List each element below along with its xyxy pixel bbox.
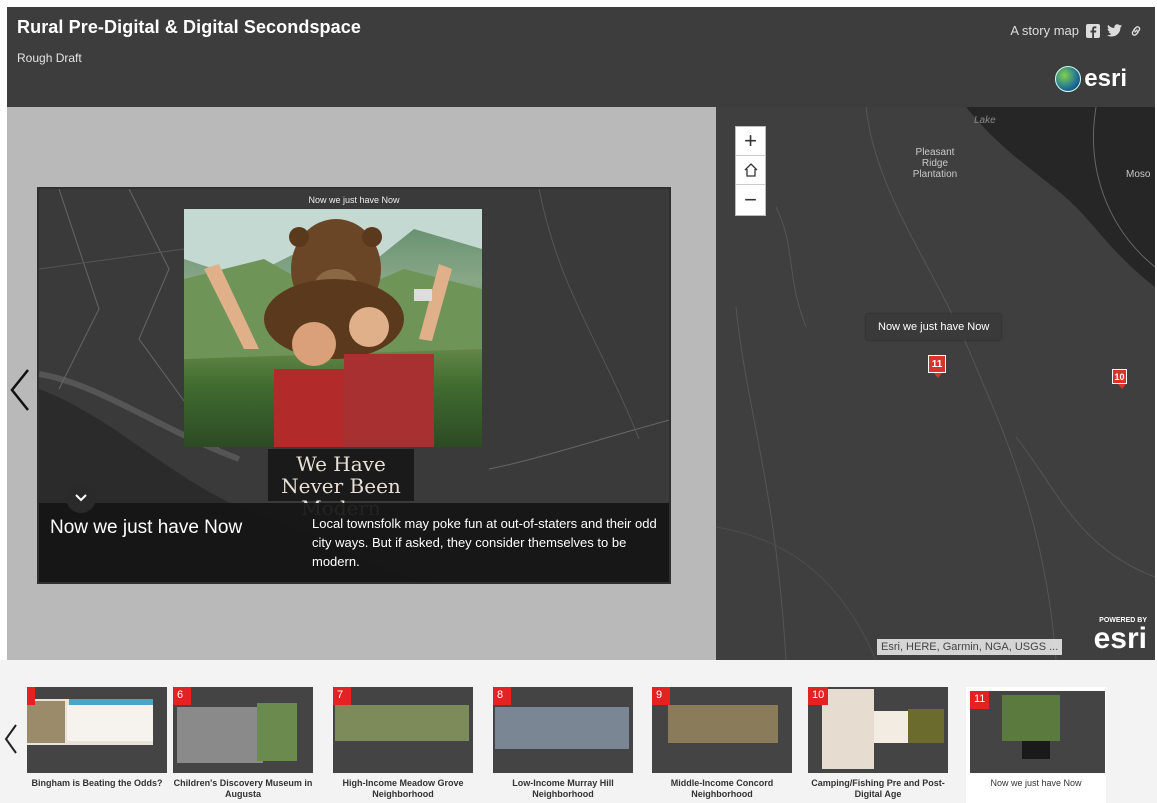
thumbnail-number: 10	[808, 687, 829, 705]
thumbnail-label: Camping/Fishing Pre and Post-Digital Age	[811, 778, 945, 799]
bear-selfie-photo[interactable]	[184, 209, 482, 447]
thumbnail-item[interactable]: 8 Low-Income Murray Hill Neighborhood	[493, 687, 633, 803]
thumbnail-image	[493, 687, 633, 773]
powered-by-esri[interactable]: POWERED BY esri	[1094, 617, 1147, 654]
zoom-controls: + −	[735, 126, 766, 216]
thumbnail-item[interactable]: Bingham is Beating the Odds?	[27, 687, 167, 803]
thumbnail-label: Middle-Income Concord Neighborhood	[670, 778, 774, 799]
media-frame: Now we just have Now We Have Never Been …	[37, 187, 671, 584]
thumbnail-image	[27, 687, 167, 773]
thumbnail-item[interactable]: 9 Middle-Income Concord Neighborhood	[652, 687, 792, 803]
header-share: A story map	[1010, 23, 1143, 38]
page-title: Rural Pre-Digital & Digital Secondspace	[17, 17, 361, 37]
thumbnail-image	[652, 687, 792, 773]
zoom-in-button[interactable]: +	[736, 127, 765, 156]
thumbnail-number: 11	[970, 691, 990, 709]
bear-selfie-illustration	[184, 209, 482, 447]
thumbnail-number: 8	[493, 687, 511, 705]
story-map-link[interactable]: A story map	[1010, 23, 1079, 38]
thumbnail-item[interactable]: 10 Camping/Fishing Pre and Post-Digital …	[808, 687, 948, 803]
thumbnail-item[interactable]: 6 Children's Discovery Museum in Augusta	[173, 687, 313, 803]
twitter-icon[interactable]	[1107, 24, 1122, 37]
thumbnail-label: Low-Income Murray Hill Neighborhood	[512, 778, 614, 799]
thumbnail-number	[27, 687, 35, 705]
home-button[interactable]	[736, 156, 765, 185]
map-label-lake: Lake	[974, 115, 996, 126]
story-map-page: Rural Pre-Digital & Digital Secondspace …	[0, 0, 1157, 803]
link-icon[interactable]	[1129, 24, 1143, 38]
thumbnail-number: 6	[173, 687, 191, 705]
previous-arrow-icon[interactable]	[8, 366, 32, 414]
globe-icon	[1055, 66, 1082, 92]
thumbnail-image	[808, 687, 948, 773]
collapse-caption-button[interactable]	[66, 483, 96, 513]
powered-esri-logo: esri	[1093, 622, 1147, 655]
thumbnail-image	[970, 691, 1105, 773]
map-label-moso: Moso	[1126, 169, 1151, 180]
thumbnail-label: High-Income Meadow Grove Neighborhood	[342, 778, 464, 799]
photo-caption: Now we just have Now	[308, 195, 400, 205]
thumbnail-item[interactable]: 7 High-Income Meadow Grove Neighborhood	[333, 687, 473, 803]
map-pin-11[interactable]: 11	[928, 355, 946, 378]
carousel-previous-icon[interactable]	[4, 723, 18, 755]
page-subtitle: Rough Draft	[17, 51, 82, 65]
esri-logo[interactable]: esri	[1055, 65, 1127, 93]
map-label-plantation: Pleasant Ridge Plantation	[912, 147, 958, 180]
thumbnail-label: Now we just have Now	[990, 778, 1082, 788]
thumbnail-image	[173, 687, 313, 773]
thumbnail-label: Children's Discovery Museum in Augusta	[173, 778, 313, 799]
map-pin-10[interactable]: 10	[1112, 369, 1127, 389]
thumbnail-label: Bingham is Beating the Odds?	[31, 778, 163, 788]
zoom-out-button[interactable]: −	[736, 185, 765, 214]
map-panel[interactable]: + − Lake Pleasant Ridge Plantation Moso …	[716, 107, 1155, 660]
caption-text: Local townsfolk may poke fun at out-of-s…	[312, 516, 657, 569]
header: Rural Pre-Digital & Digital Secondspace …	[7, 7, 1155, 107]
map-tooltip: Now we just have Now	[866, 314, 1002, 340]
home-icon	[744, 163, 757, 177]
basemap	[716, 107, 1155, 660]
caption-panel: Now we just have Now Local townsfolk may…	[39, 503, 669, 582]
esri-logo-text: esri	[1084, 65, 1127, 92]
thumbnail-carousel: Bingham is Beating the Odds? 6 Children'…	[0, 660, 1157, 803]
thumbnail-item-active[interactable]: 11 Now we just have Now	[966, 687, 1106, 803]
facebook-icon[interactable]	[1086, 23, 1100, 38]
thumbnail-number: 7	[333, 687, 351, 705]
thumbnail-number: 9	[652, 687, 670, 705]
book-cover: We Have Never Been Modern	[268, 449, 414, 519]
thumbnail-image	[333, 687, 473, 773]
caption-title: Now we just have Now	[50, 517, 243, 538]
chevron-down-icon	[75, 494, 87, 502]
map-attribution[interactable]: Esri, HERE, Garmin, NGA, USGS ...	[877, 639, 1063, 655]
